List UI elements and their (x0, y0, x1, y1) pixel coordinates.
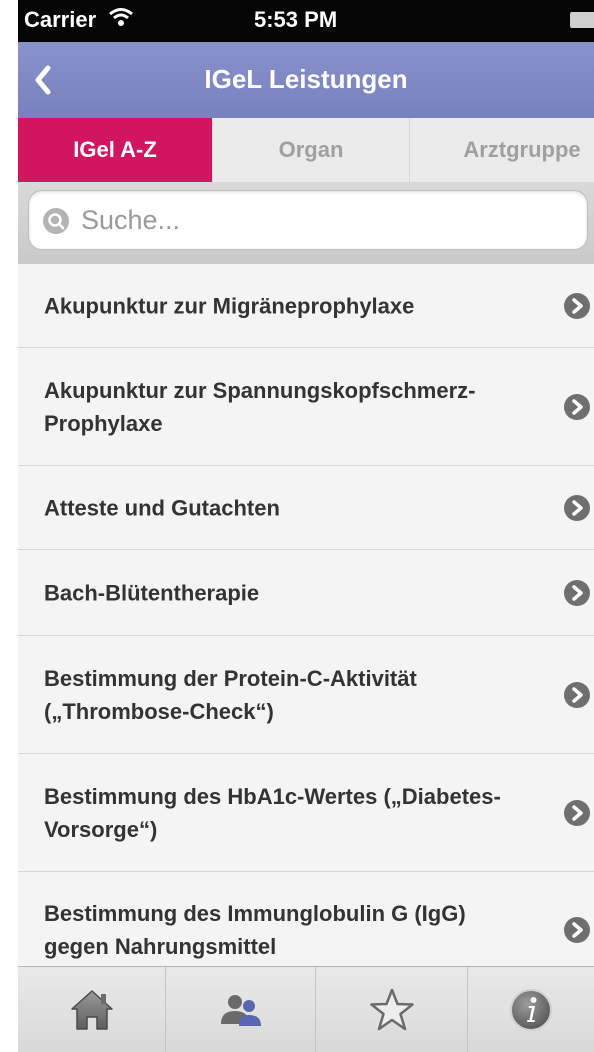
star-icon (369, 988, 414, 1031)
list-item[interactable]: Akupunktur zur Migräneprophylaxe (18, 264, 594, 348)
chevron-right-circle-icon (564, 393, 590, 420)
list-item-title: Akupunktur zur Migräneprophylaxe (44, 293, 415, 318)
carrier-group: Carrier (24, 7, 134, 33)
home-icon (70, 990, 113, 1030)
battery-icon (570, 12, 594, 28)
list-item-title: Bach-Blütentherapie (44, 580, 260, 605)
list-item[interactable]: Bestimmung des HbA1c-Wertes („Diabetes-V… (18, 754, 594, 872)
list-item-title: Akupunktur zur Spannungskopfschmerz-Prop… (44, 377, 476, 436)
search-input[interactable] (81, 199, 561, 241)
carrier-label: Carrier (24, 7, 97, 32)
list-item[interactable]: Bach-Blütentherapie (18, 550, 594, 636)
tab-organ[interactable]: Organ (213, 118, 410, 182)
list-item-title: Bestimmung der Protein-C-Aktivität („Thr… (44, 665, 417, 724)
tab-bar-home-button[interactable] (18, 967, 166, 1052)
tab-igel-a-z[interactable]: IGel A-Z (18, 118, 213, 182)
search-field[interactable] (28, 190, 588, 250)
chevron-right-circle-icon (564, 681, 590, 708)
list-item-title: Atteste und Gutachten (44, 495, 280, 520)
list-item[interactable]: Atteste und Gutachten (18, 466, 594, 550)
wifi-icon (108, 7, 134, 33)
search-bar (18, 182, 594, 264)
tab-bar-favorites-button[interactable] (316, 967, 468, 1052)
info-icon (510, 989, 552, 1031)
chevron-right-circle-icon (564, 917, 590, 943)
list-item-title: Bestimmung des Immunglobulin G (IgG) geg… (44, 901, 466, 959)
list-item[interactable]: Bestimmung der Protein-C-Aktivität („Thr… (18, 636, 594, 754)
chevron-right-circle-icon (564, 799, 590, 826)
chevron-right-circle-icon (564, 579, 590, 606)
list-item[interactable]: Akupunktur zur Spannungskopfschmerz-Prop… (18, 348, 594, 466)
app-screen: Carrier 5:53 PM IGeL Leistungen IGel A-Z… (18, 0, 594, 1052)
page-title: IGeL Leistungen (204, 64, 408, 94)
search-icon (43, 208, 69, 234)
people-icon (220, 995, 261, 1026)
chevron-right-circle-icon (564, 494, 590, 521)
tab-bar-people-button[interactable] (166, 967, 316, 1052)
tab-bar (18, 966, 594, 1052)
chevron-right-circle-icon (564, 292, 590, 319)
navigation-bar: IGeL Leistungen (18, 42, 594, 118)
tab-bar-info-button[interactable] (468, 967, 594, 1052)
status-bar: Carrier 5:53 PM (18, 0, 594, 42)
status-time: 5:53 PM (254, 7, 338, 32)
list-item[interactable]: Bestimmung des Immunglobulin G (IgG) geg… (18, 872, 594, 966)
list-item-title: Bestimmung des HbA1c-Wertes („Diabetes-V… (44, 783, 501, 842)
segmented-tabs: IGel A-Z Organ Arztgruppe (18, 118, 594, 182)
tab-arztgruppe[interactable]: Arztgruppe (410, 118, 594, 182)
services-list: Akupunktur zur Migräneprophylaxe Akupunk… (18, 264, 594, 966)
